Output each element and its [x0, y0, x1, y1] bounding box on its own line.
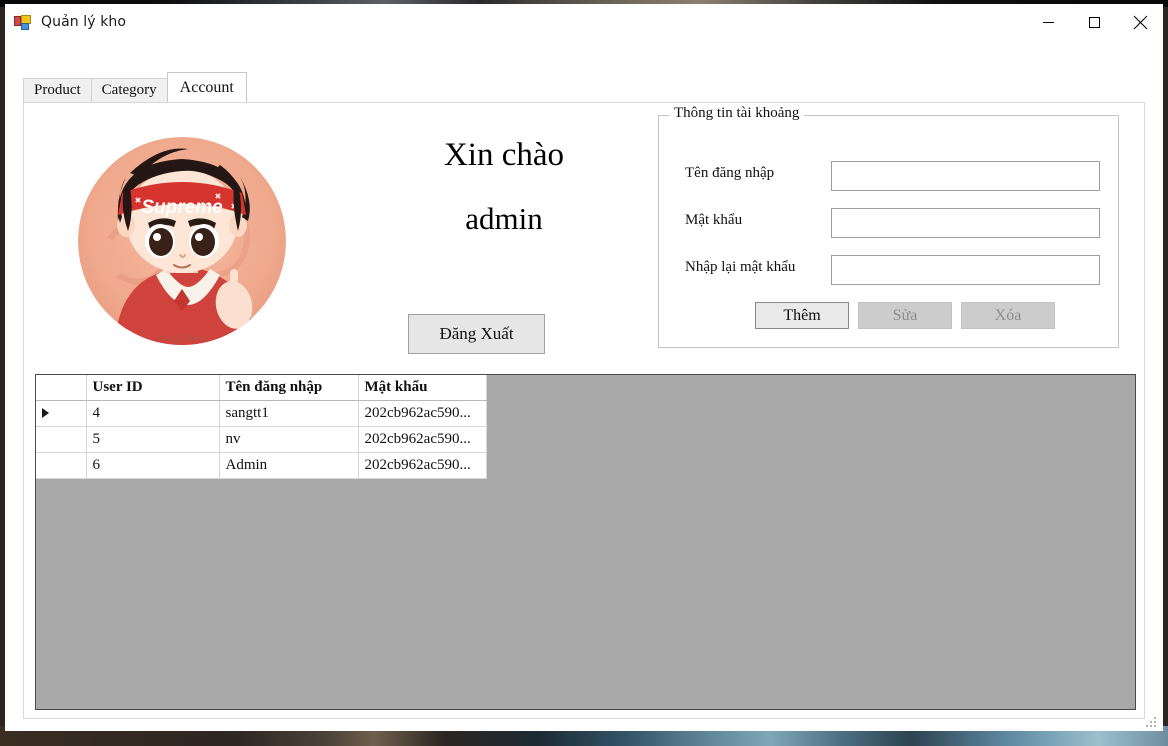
account-action-buttons: Thêm Sửa Xóa [755, 302, 1055, 329]
resize-grip[interactable] [1146, 715, 1159, 728]
tab-account[interactable]: Account [166, 72, 247, 102]
cell-password[interactable]: 202cb962ac590... [358, 400, 487, 427]
accounts-table: User ID Tên đăng nhập Mật khẩu 4 sangtt1… [36, 375, 487, 479]
table-header-row: User ID Tên đăng nhập Mật khẩu [36, 375, 487, 401]
column-header-userid[interactable]: User ID [86, 375, 220, 401]
logout-button[interactable]: Đăng Xuất [408, 314, 545, 354]
minimize-icon[interactable] [1025, 4, 1071, 40]
close-icon[interactable] [1117, 4, 1163, 40]
delete-button[interactable]: Xóa [961, 302, 1055, 329]
add-button[interactable]: Thêm [755, 302, 849, 329]
greeting-line-2: admin [465, 201, 543, 237]
table-row[interactable]: 4 sangtt1 202cb962ac590... [36, 400, 487, 427]
table-row[interactable]: 5 nv 202cb962ac590... [36, 426, 487, 453]
svg-text:✖: ✖ [135, 196, 142, 205]
greeting-block: Xin chào admin [354, 135, 654, 239]
row-marker-icon [42, 408, 49, 419]
column-header-rowselector[interactable] [36, 375, 87, 401]
cell-username[interactable]: nv [219, 426, 359, 453]
svg-text:Hoang NhatLe: Hoang NhatLe [155, 333, 208, 343]
cell-userid[interactable]: 4 [86, 400, 220, 427]
username-label: Tên đăng nhập [685, 165, 775, 181]
cell-username[interactable]: Admin [219, 452, 359, 479]
username-input[interactable] [831, 161, 1100, 191]
tab-content-panel: Supreme ✖ ✖ ✖ [23, 102, 1145, 719]
maximize-icon[interactable] [1071, 4, 1117, 40]
groupbox-legend: Thông tin tài khoảng [669, 105, 805, 122]
cell-userid[interactable]: 5 [86, 426, 220, 453]
password-label: Mật khẩu [685, 212, 743, 228]
edit-button[interactable]: Sửa [858, 302, 952, 329]
window-controls [1025, 4, 1163, 40]
tab-strip: Product Category Account [23, 72, 247, 102]
winforms-app-icon [14, 14, 31, 30]
cell-password[interactable]: 202cb962ac590... [358, 426, 487, 453]
confirm-password-input[interactable] [831, 255, 1100, 285]
password-field-row: Mật khẩu [659, 208, 1118, 238]
window-title: Quản lý kho [41, 14, 127, 30]
row-selector[interactable] [36, 452, 87, 479]
table-row[interactable]: 6 Admin 202cb962ac590... [36, 452, 487, 479]
password-input[interactable] [831, 208, 1100, 238]
column-header-username[interactable]: Tên đăng nhập [219, 375, 359, 401]
column-header-password[interactable]: Mật khẩu [358, 375, 487, 401]
confirm-password-field-row: Nhập lại mật khẩu [659, 255, 1118, 285]
account-info-groupbox: Thông tin tài khoảng Tên đăng nhập Mật k… [658, 105, 1119, 348]
cell-password[interactable]: 202cb962ac590... [358, 452, 487, 479]
cell-userid[interactable]: 6 [86, 452, 220, 479]
user-avatar: Supreme ✖ ✖ ✖ [70, 129, 294, 353]
greeting-line-1: Xin chào [443, 137, 565, 173]
title-bar: Quản lý kho [5, 4, 1163, 40]
svg-text:✖: ✖ [215, 192, 222, 201]
accounts-data-grid[interactable]: User ID Tên đăng nhập Mật khẩu 4 sangtt1… [35, 374, 1136, 710]
cell-username[interactable]: sangtt1 [219, 400, 359, 427]
row-selector[interactable] [36, 400, 87, 427]
svg-text:Supreme: Supreme [141, 197, 223, 218]
application-window: Quản lý kho Product Category Account Sup… [5, 4, 1163, 731]
confirm-password-label: Nhập lại mật khẩu [685, 259, 796, 275]
tab-product[interactable]: Product [23, 78, 92, 102]
tab-category[interactable]: Category [90, 78, 168, 102]
row-selector[interactable] [36, 426, 87, 453]
username-field-row: Tên đăng nhập [659, 161, 1118, 191]
